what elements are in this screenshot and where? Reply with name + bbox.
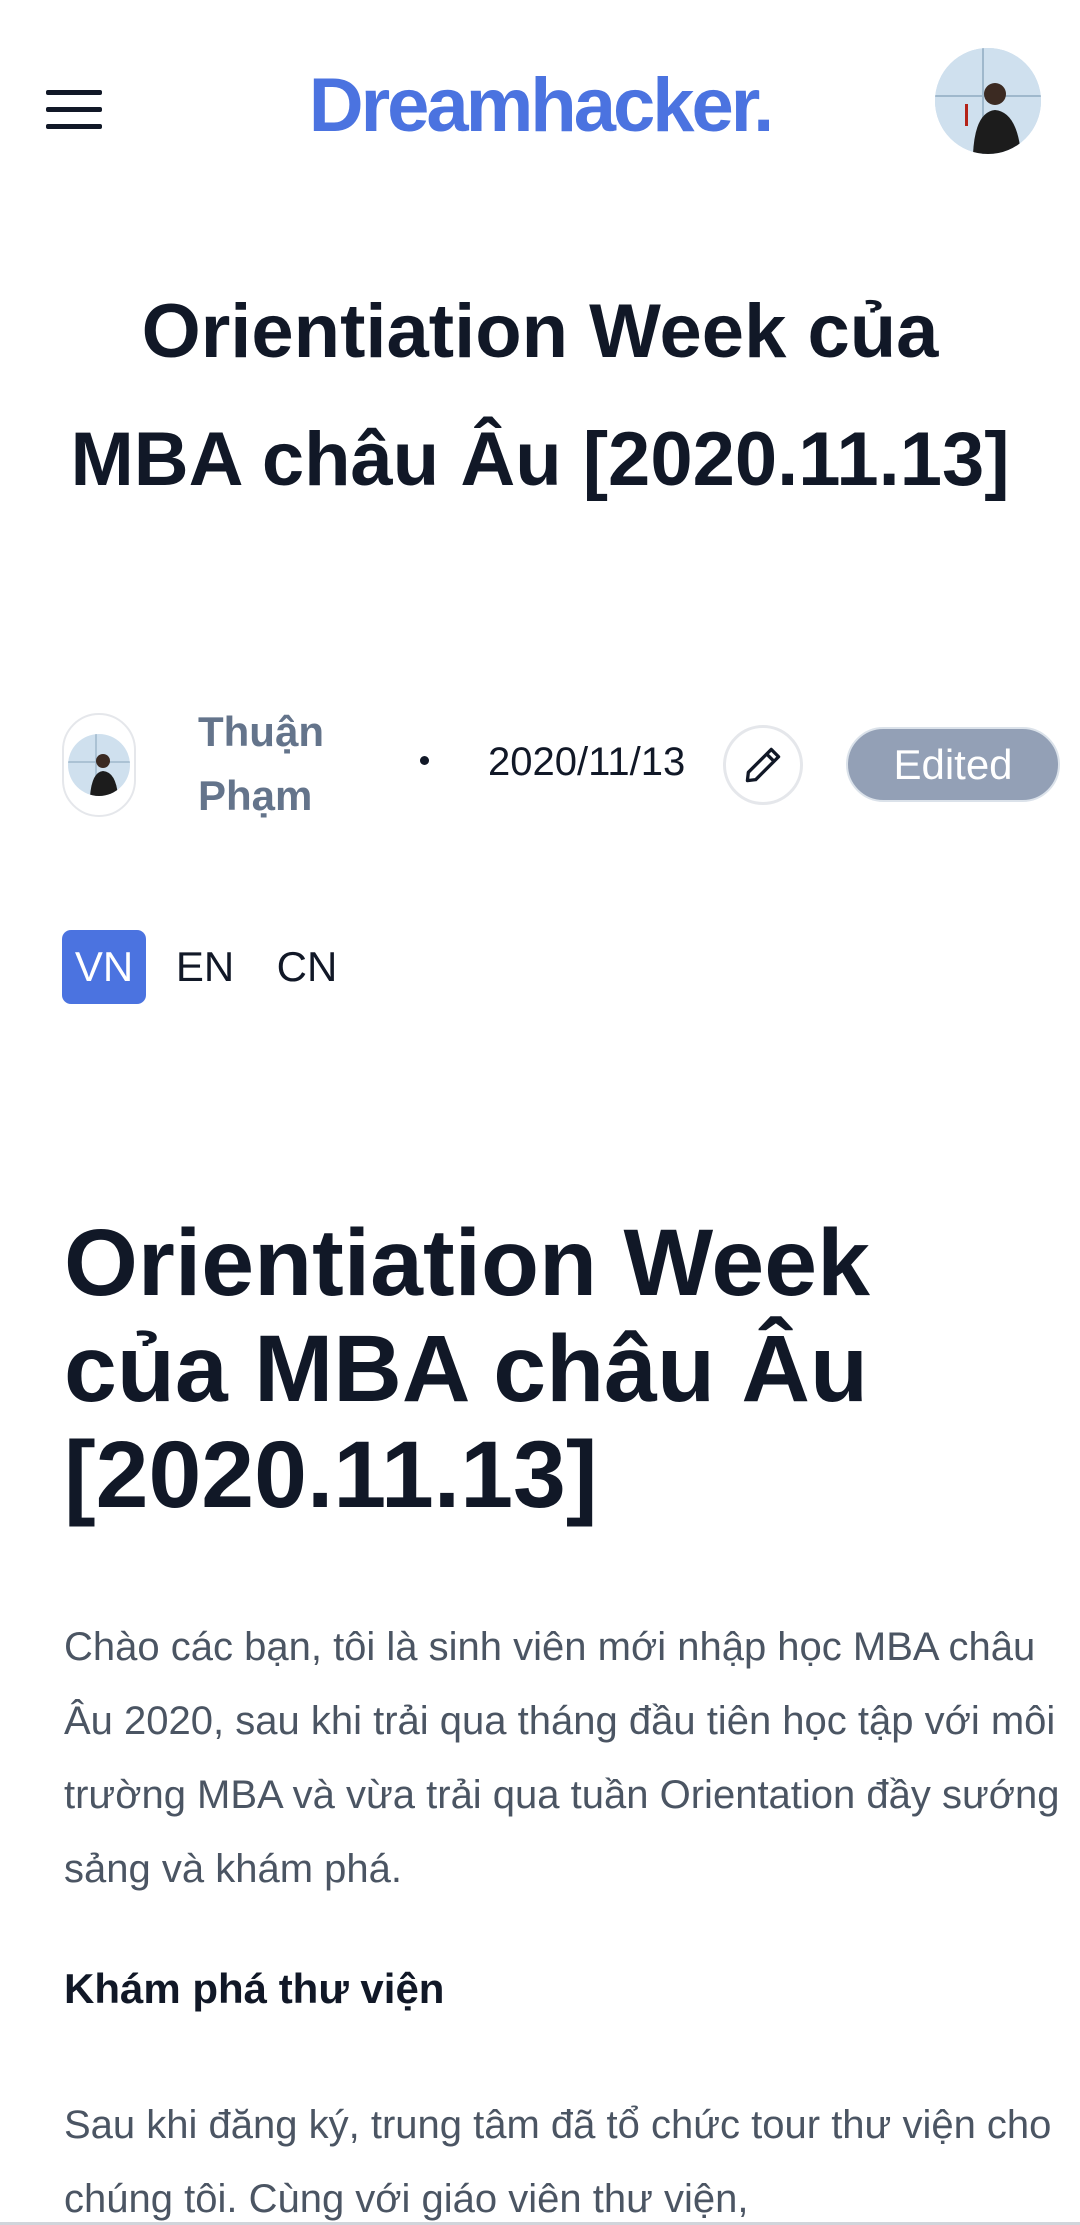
section-heading: Khám phá thư viện [64,1965,445,2012]
user-avatar[interactable] [935,48,1041,154]
author-photo-image [68,734,130,796]
edited-status-badge: Edited [846,727,1060,802]
post-date: 2020/11/13 [488,740,686,784]
avatar-photo [935,48,1041,154]
page-title: Orientiation Week của MBA châu Âu [2020.… [70,289,1010,502]
separator-dot [420,756,429,765]
language-cn-button[interactable]: CN [272,930,342,1004]
article-title: Orientiation Week của MBA châu Âu [2020.… [64,1210,870,1528]
author-photo [68,734,130,796]
language-vn-button[interactable]: VN [62,930,146,1004]
pencil-icon [745,747,781,783]
section-paragraph: Sau khi đăng ký, trung tâm đã tổ chức to… [64,2103,1052,2221]
author-name[interactable]: Thuận Phạm [198,700,358,828]
article-intro-paragraph: Chào các bạn, tôi là sinh viên mới nhập … [64,1625,1060,1891]
edit-button[interactable] [723,725,803,805]
language-en-button[interactable]: EN [172,930,238,1004]
site-logo[interactable]: Dreamhacker. [0,62,1080,149]
page: Dreamhacker. Orientiation Week của MBA c… [0,0,1080,2225]
author-avatar[interactable] [62,713,136,817]
